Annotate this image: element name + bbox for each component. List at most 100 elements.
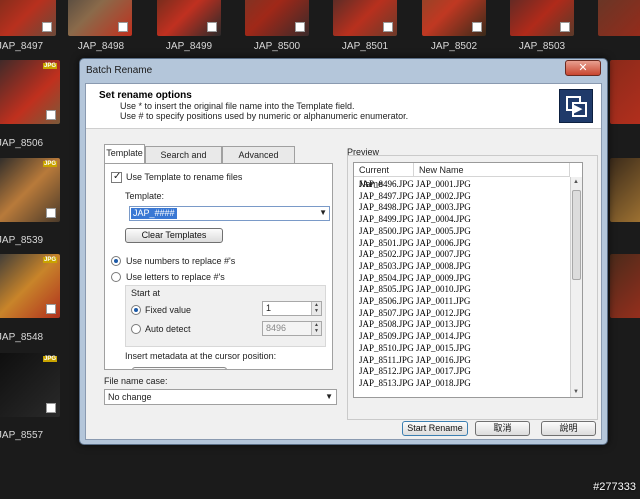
tab-search-and-replace[interactable]: Search and Replace: [145, 146, 222, 176]
template-input[interactable]: JAP_#### ▼: [129, 206, 330, 221]
template-value: JAP_####: [131, 208, 177, 219]
select-checkbox[interactable]: [46, 403, 56, 413]
preview-row[interactable]: JAP_8504.JPG JAP_0009.JPG: [354, 273, 569, 284]
photo-thumbnail[interactable]: [333, 0, 397, 36]
preview-row[interactable]: JAP_8500.JPG JAP_0005.JPG: [354, 226, 569, 237]
preview-row[interactable]: JAP_8503.JPG JAP_0008.JPG: [354, 261, 569, 272]
radio-auto-detect[interactable]: [131, 324, 141, 334]
thumbnail-label: JAP_8557: [0, 430, 44, 441]
scroll-down-icon[interactable]: ▼: [573, 389, 579, 395]
file-name-case-select[interactable]: No change ▼: [104, 389, 337, 405]
select-checkbox[interactable]: [472, 22, 482, 32]
clear-templates-button[interactable]: Clear Templates: [125, 228, 223, 243]
photo-thumbnail[interactable]: JPG: [0, 158, 60, 222]
select-checkbox[interactable]: [118, 22, 128, 32]
radio-use-letters[interactable]: [111, 272, 121, 282]
stepper-down-icon[interactable]: ▼: [311, 308, 321, 315]
preview-list[interactable]: Current Name New Name JAP_8496.JPG JAP_00…: [353, 162, 583, 398]
preview-row[interactable]: JAP_8511.JPG JAP_0016.JPG: [354, 355, 569, 366]
jpg-badge: JPG: [42, 257, 57, 263]
select-checkbox[interactable]: [46, 304, 56, 314]
start-at-group: Start at Fixed value 1 ▲ ▼ Auto detect 8…: [125, 285, 326, 347]
current-name-cell: JAP_8502.JPG: [359, 249, 414, 260]
column-header-new-name[interactable]: New Name: [414, 163, 570, 177]
photo-thumbnail[interactable]: JPG: [0, 60, 60, 124]
photo-thumbnail[interactable]: [610, 60, 640, 124]
thumbnail-label: JAP_8499: [165, 41, 213, 52]
photo-thumbnail[interactable]: [422, 0, 486, 36]
preview-row[interactable]: JAP_8510.JPG JAP_0015.JPG: [354, 343, 569, 354]
select-checkbox[interactable]: [560, 22, 570, 32]
select-checkbox[interactable]: [46, 208, 56, 218]
current-name-cell: JAP_8498.JPG: [359, 202, 414, 213]
file-name-case-label: File name case:: [104, 376, 168, 386]
chevron-down-icon[interactable]: ▼: [325, 392, 333, 401]
stepper-down-icon: ▼: [311, 328, 321, 335]
photo-thumbnail[interactable]: JPG: [0, 353, 60, 417]
insert-metadata-label: Insert metadata at the cursor position:: [125, 351, 277, 361]
preview-row[interactable]: JAP_8496.JPG JAP_0001.JPG: [354, 179, 569, 190]
preview-row[interactable]: JAP_8502.JPG JAP_0007.JPG: [354, 249, 569, 260]
preview-row[interactable]: JAP_8498.JPG JAP_0003.JPG: [354, 202, 569, 213]
preview-row[interactable]: JAP_8499.JPG JAP_0004.JPG: [354, 214, 569, 225]
preview-row[interactable]: JAP_8501.JPG JAP_0006.JPG: [354, 238, 569, 249]
new-name-cell: JAP_0010.JPG: [416, 284, 471, 295]
cancel-button[interactable]: 取消: [475, 421, 530, 436]
thumbnail-label: JAP_8497: [0, 41, 44, 52]
new-name-cell: JAP_0004.JPG: [416, 214, 471, 225]
template-label: Template:: [125, 191, 165, 201]
photo-thumbnail[interactable]: [610, 158, 640, 222]
column-header-current-name[interactable]: Current Name: [354, 163, 414, 189]
photo-thumbnail[interactable]: [610, 254, 640, 318]
auto-detect-label: Auto detect: [145, 324, 191, 334]
preview-row[interactable]: JAP_8497.JPG JAP_0002.JPG: [354, 191, 569, 202]
thumbnail-label: JAP_8501: [341, 41, 389, 52]
preview-row[interactable]: JAP_8512.JPG JAP_0017.JPG: [354, 366, 569, 377]
close-button[interactable]: ✕: [565, 60, 601, 76]
preview-row[interactable]: JAP_8507.JPG JAP_0012.JPG: [354, 308, 569, 319]
use-template-checkbox[interactable]: [111, 171, 122, 183]
preview-scrollbar[interactable]: ▲ ▼: [570, 177, 582, 397]
preview-row[interactable]: JAP_8506.JPG JAP_0011.JPG: [354, 296, 569, 307]
use-template-label: Use Template to rename files: [126, 172, 243, 182]
jpg-badge: JPG: [42, 63, 57, 69]
photo-thumbnail[interactable]: [157, 0, 221, 36]
help-button[interactable]: 說明: [541, 421, 596, 436]
tab-advanced-options[interactable]: Advanced Options: [222, 146, 295, 176]
photo-thumbnail[interactable]: [598, 0, 640, 36]
select-checkbox[interactable]: [46, 110, 56, 120]
tab-template[interactable]: Template: [104, 144, 145, 164]
preview-row[interactable]: JAP_8508.JPG JAP_0013.JPG: [354, 319, 569, 330]
new-name-cell: JAP_0006.JPG: [416, 237, 471, 248]
preview-row[interactable]: JAP_8505.JPG JAP_0010.JPG: [354, 284, 569, 295]
scroll-up-icon[interactable]: ▲: [573, 179, 579, 185]
select-checkbox[interactable]: [207, 22, 217, 32]
fixed-value-label: Fixed value: [145, 305, 192, 315]
radio-fixed-value[interactable]: [131, 305, 141, 315]
watermark: #277333: [593, 481, 636, 493]
new-name-cell: JAP_0016.JPG: [416, 354, 471, 365]
select-checkbox[interactable]: [383, 22, 393, 32]
dialog-titlebar[interactable]: Batch Rename ✕: [80, 59, 607, 83]
new-name-cell: JAP_0008.JPG: [416, 260, 471, 271]
dialog-title: Batch Rename: [86, 65, 153, 76]
current-name-cell: JAP_8511.JPG: [359, 354, 414, 365]
radio-use-numbers-label: Use numbers to replace #'s: [126, 256, 236, 266]
preview-row[interactable]: JAP_8509.JPG JAP_0014.JPG: [354, 331, 569, 342]
select-checkbox[interactable]: [295, 22, 305, 32]
scrollbar-thumb[interactable]: [572, 190, 581, 280]
current-name-cell: JAP_8496.JPG: [359, 179, 414, 189]
insert-metadata-button[interactable]: [132, 367, 227, 369]
fixed-value-stepper[interactable]: 1 ▲ ▼: [262, 301, 322, 316]
photo-thumbnail[interactable]: [245, 0, 309, 36]
photo-thumbnail[interactable]: [68, 0, 132, 36]
photo-thumbnail[interactable]: [510, 0, 574, 36]
radio-use-numbers[interactable]: [111, 256, 121, 266]
select-checkbox[interactable]: [42, 22, 52, 32]
new-name-cell: JAP_0007.JPG: [416, 249, 471, 260]
start-rename-button[interactable]: Start Rename: [402, 421, 468, 436]
photo-thumbnail[interactable]: [0, 0, 56, 36]
photo-thumbnail[interactable]: JPG: [0, 254, 60, 318]
preview-row[interactable]: JAP_8513.JPG JAP_0018.JPG: [354, 378, 569, 389]
chevron-down-icon[interactable]: ▼: [319, 208, 327, 217]
